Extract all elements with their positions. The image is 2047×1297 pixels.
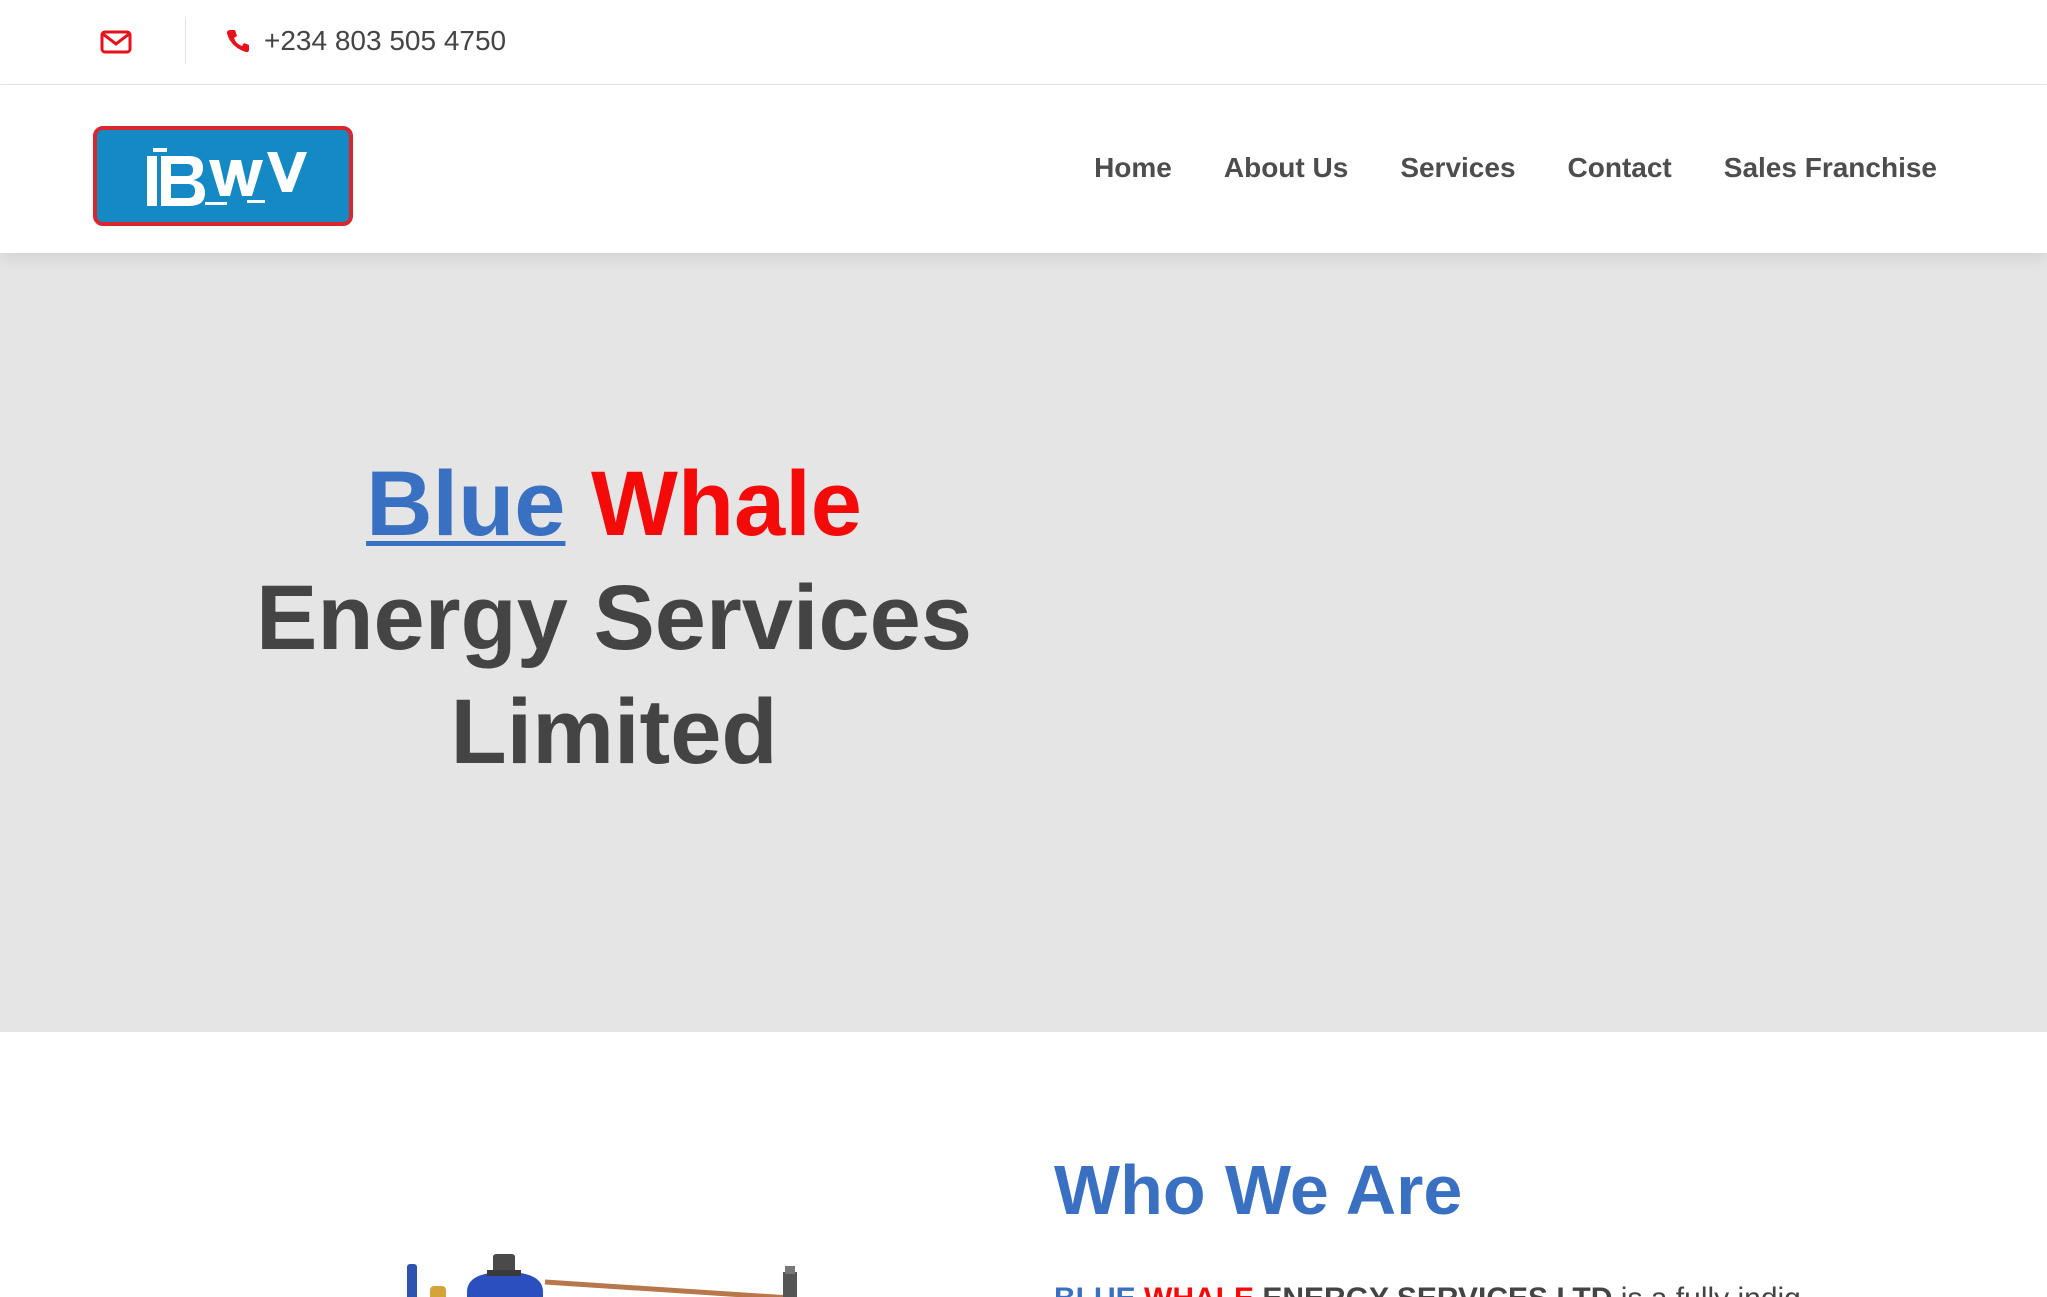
hero-title: Blue Whale Energy Services Limited — [214, 447, 1014, 789]
hero-title-line-2: Energy Services — [255, 567, 972, 669]
nav-sales-franchise[interactable]: Sales Franchise — [1724, 152, 1937, 184]
nav-home[interactable]: Home — [1094, 152, 1172, 184]
nav-contact[interactable]: Contact — [1568, 152, 1672, 184]
who-text-red: WHALE — [1144, 1282, 1254, 1297]
topbar-divider — [185, 18, 186, 64]
who-text-blue: BLUE — [1054, 1282, 1136, 1297]
phone-number-link[interactable]: +234 803 505 4750 — [264, 25, 506, 57]
nav-services[interactable]: Services — [1400, 152, 1515, 184]
phone-icon — [226, 28, 250, 54]
hero-title-line-3: Limited — [450, 681, 778, 783]
nav-about-us[interactable]: About Us — [1224, 152, 1348, 184]
who-text-company: ENERGY SERVICES LTD — [1262, 1282, 1612, 1297]
hero-title-blue-link[interactable]: Blue — [366, 453, 565, 555]
top-contact-bar: +234 803 505 4750 — [0, 0, 2047, 85]
product-image — [395, 1232, 815, 1297]
hero-title-red: Whale — [591, 453, 862, 555]
who-we-are-section: Who We Are BLUE WHALE ENERGY SERVICES LT… — [0, 1032, 2047, 1297]
main-nav: Home About Us Services Contact Sales Fra… — [1042, 152, 1937, 184]
envelope-icon[interactable] — [100, 28, 132, 56]
site-header: Home About Us Services Contact Sales Fra… — [0, 85, 2047, 253]
hero-section: Blue Whale Energy Services Limited — [0, 253, 2047, 1032]
who-we-are-title: Who We Are — [1054, 1151, 1463, 1229]
who-text-rest: is a fully indig — [1621, 1282, 1801, 1297]
site-logo[interactable] — [93, 126, 353, 226]
who-we-are-text: BLUE WHALE ENERGY SERVICES LTD is a full… — [1054, 1282, 1801, 1297]
